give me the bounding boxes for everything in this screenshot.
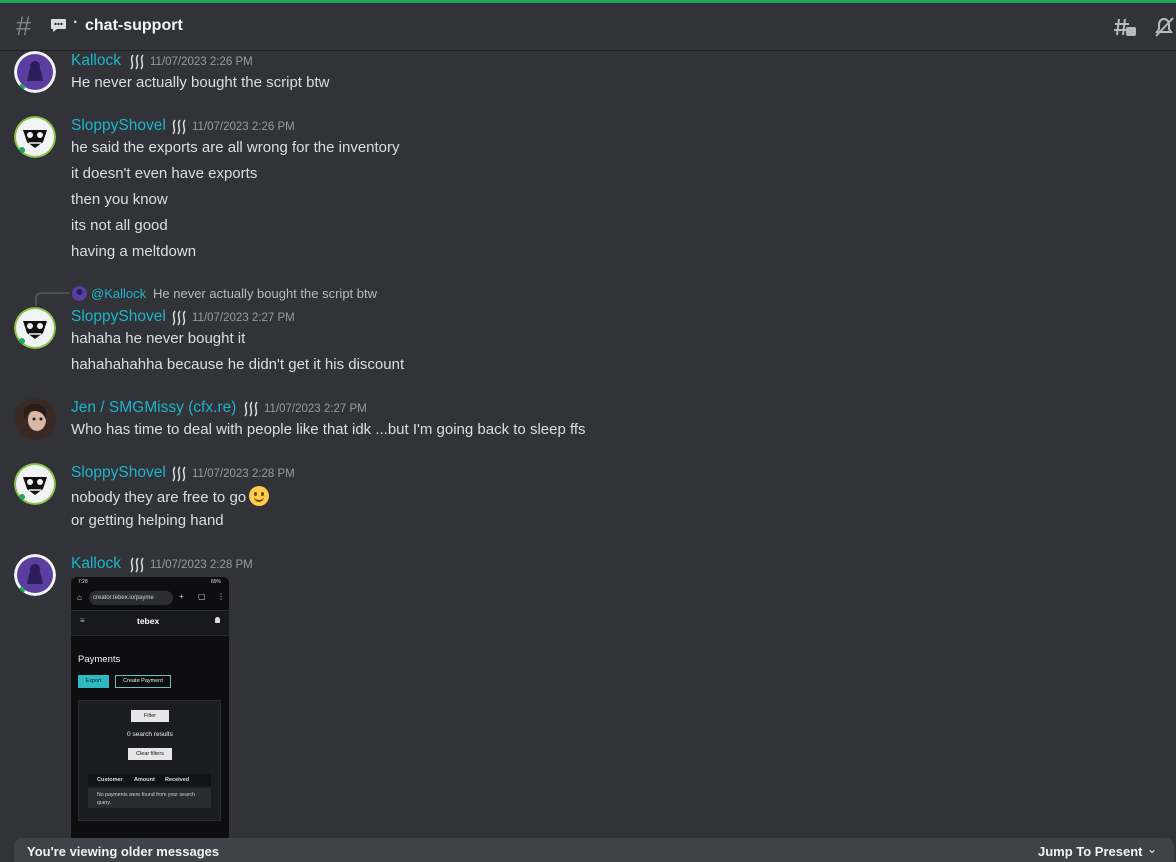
message-text: Who has time to deal with people like th… (71, 421, 586, 438)
message-text: he said the exports are all wrong for th… (71, 139, 400, 156)
filter-button: Filter (131, 710, 169, 722)
search-results-count: 0 search results (127, 731, 173, 738)
hashtag-icon: # (16, 11, 32, 41)
message-timestamp: 11/07/2023 2:28 PM (150, 559, 253, 571)
column-received: Received (165, 777, 190, 783)
avatar[interactable] (14, 398, 56, 440)
image-attachment[interactable]: 7:28 89% ⌂ creator.tebex.io/payme + ▢ ⋮ … (71, 577, 229, 851)
phone-status-time: 7:28 (78, 579, 88, 585)
export-button: Export (78, 675, 109, 688)
wave-badge-icon (130, 557, 144, 573)
browser-url: creator.tebex.io/payme (89, 591, 173, 605)
wave-badge-icon (244, 401, 258, 417)
reply-mention[interactable]: @Kallock (91, 286, 146, 301)
more-icon: ⋮ (217, 592, 225, 601)
wave-badge-icon (130, 54, 144, 70)
channel-header: # · chat-support (0, 3, 1176, 51)
message-timestamp: 11/07/2023 2:27 PM (192, 312, 295, 324)
message-text: or getting helping hand (71, 512, 224, 529)
message-text-line: nobody they are free to go (71, 486, 270, 506)
message-text: He never actually bought the script btw (71, 74, 330, 91)
reply-preview[interactable]: He never actually bought the script btw (153, 286, 377, 301)
message-author[interactable]: SloppyShovel (71, 308, 166, 326)
new-tab-icon: + (179, 592, 184, 601)
title-separator: · (73, 14, 79, 31)
chevron-down-icon[interactable]: ⌄ (1147, 842, 1157, 856)
reply-connector (35, 292, 69, 306)
tebex-logo: tebex (137, 616, 160, 626)
tabs-icon: ▢ (198, 592, 206, 601)
message-author[interactable]: SloppyShovel (71, 117, 166, 135)
message-text: it doesn't even have exports (71, 165, 258, 182)
channel-title: chat-support (85, 17, 183, 34)
jump-to-present-button[interactable]: Jump To Present (1038, 844, 1143, 859)
message-timestamp: 11/07/2023 2:28 PM (192, 468, 295, 480)
wave-badge-icon (172, 310, 186, 326)
hamburger-icon: ≡ (80, 616, 85, 625)
message-text: hahahahahha because he didn't get it his… (71, 356, 405, 373)
create-payment-button: Create Payment (115, 675, 171, 688)
message-author[interactable]: Jen / SMGMissy (cfx.re) (71, 399, 236, 417)
home-icon: ⌂ (77, 593, 82, 602)
avatar[interactable] (14, 307, 56, 349)
phone-battery: 89% (210, 579, 221, 585)
message-text: having a meltdown (71, 243, 197, 260)
message-text: hahaha he never bought it (71, 330, 246, 347)
wave-badge-icon (172, 119, 186, 135)
speech-bubble-icon (51, 19, 66, 32)
slight-smile-emoji-icon[interactable] (249, 486, 270, 506)
message-timestamp: 11/07/2023 2:27 PM (264, 403, 367, 415)
column-customer: Customer (97, 777, 123, 783)
message-text: its not all good (71, 217, 168, 234)
message-author[interactable]: Kallock (71, 555, 121, 573)
threads-icon[interactable] (1113, 16, 1137, 38)
payments-title: Payments (78, 654, 121, 665)
bell-icon (215, 617, 220, 623)
avatar[interactable] (14, 463, 56, 505)
message-timestamp: 11/07/2023 2:26 PM (150, 56, 253, 68)
wave-badge-icon (172, 466, 186, 482)
message-text: then you know (71, 191, 168, 208)
reply-avatar[interactable] (72, 286, 87, 301)
message-author[interactable]: Kallock (71, 52, 121, 70)
older-messages-text: You're viewing older messages (27, 844, 220, 859)
message-text: nobody they are free to go (71, 489, 247, 506)
avatar[interactable] (14, 116, 56, 158)
empty-results-text: No payments were found from your search … (88, 788, 211, 808)
avatar[interactable] (14, 554, 56, 596)
message-author[interactable]: SloppyShovel (71, 464, 166, 482)
avatar[interactable] (14, 51, 56, 93)
message-timestamp: 11/07/2023 2:26 PM (192, 121, 295, 133)
clear-filters-button: Clear filters (128, 748, 172, 760)
mute-bell-icon[interactable] (1153, 16, 1175, 38)
column-amount: Amount (134, 777, 155, 783)
